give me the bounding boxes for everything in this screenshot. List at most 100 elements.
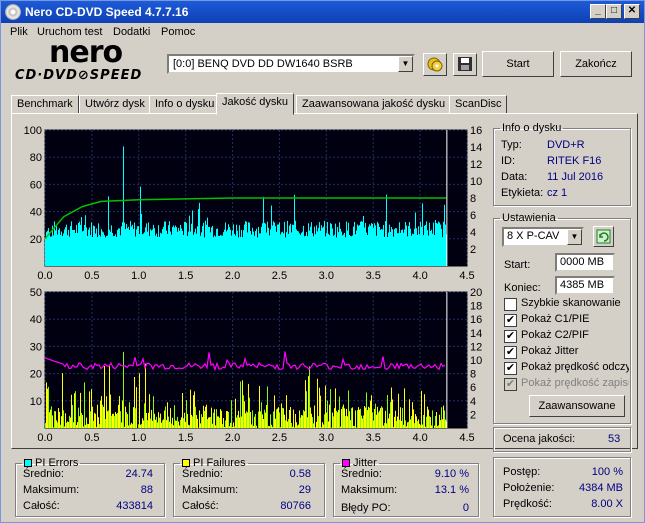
x-tick-label: 1.0 [131, 270, 146, 282]
x-tick-label: 2.5 [272, 432, 287, 444]
checkbox-4[interactable]: ✔ [504, 362, 517, 375]
pi-failures-max-label: Maksimum: [182, 484, 239, 496]
y-tick-label-right: 16 [470, 125, 482, 137]
pi-failures-avg-value: 0.58 [289, 468, 311, 480]
y-tick-label-right: 12 [470, 159, 482, 171]
x-tick-label: 0.0 [37, 270, 52, 282]
checkbox-label-2: Pokaż C2/PIF [521, 329, 589, 341]
x-tick-label: 3.0 [319, 432, 334, 444]
x-tick-label: 2.0 [225, 432, 240, 444]
disc-label-label: Etykieta: [501, 187, 544, 199]
checkbox-label-4: Pokaż prędkość odczytu [521, 361, 629, 373]
disc-id-value: RITEK F16 [547, 155, 602, 167]
checkbox-1[interactable]: ✔ [504, 314, 517, 327]
speed-select-value: 8 X P-CAV [507, 230, 560, 242]
x-tick-label: 3.0 [319, 270, 334, 282]
checkbox-2[interactable]: ✔ [504, 330, 517, 343]
maximize-button[interactable]: □ [606, 4, 622, 19]
jitter-swatch [342, 459, 350, 468]
jitter-max-label: Maksimum: [341, 484, 398, 496]
x-tick-label: 4.0 [412, 432, 427, 444]
checkbox-label-3: Pokaż Jitter [521, 345, 579, 357]
quality-score-label: Ocena jakości: [503, 433, 576, 445]
checkbox-0[interactable] [504, 298, 517, 311]
start-field[interactable]: 0000 MB [555, 253, 615, 272]
start-label: Start: [504, 259, 531, 271]
disc-info-title: Info o dysku [502, 122, 562, 134]
checkbox-3[interactable]: ✔ [504, 346, 517, 359]
y-tick-label-right: 20 [470, 287, 482, 299]
y-tick-label-left: 40 [30, 207, 42, 219]
position-value: 4384 MB [578, 482, 623, 494]
app-window: Nero CD-DVD Speed 4.7.7.16 _ □ ✕ Plik Ur… [0, 0, 645, 523]
quality-score-value: 53 [608, 433, 621, 445]
checkbox-5: ✔ [504, 378, 517, 391]
pi-failures-chart: 0.0 0.5 1.0 1.5 2.0 2.5 3.0 3.5 4.0 4.5 50 40 30 20 10… [30, 287, 483, 444]
x-tick-label: 4.0 [412, 270, 427, 282]
y-tick-label-left: 40 [30, 314, 42, 326]
x-tick-label: 1.5 [178, 432, 193, 444]
minimize-button[interactable]: _ [590, 4, 606, 19]
y-tick-label-right: 4 [470, 227, 476, 239]
tab-disc-quality[interactable]: Jakość dysku [216, 93, 295, 115]
pi-failures-avg-label: Średnio: [182, 468, 223, 480]
y-tick-label-right: 8 [470, 193, 476, 205]
disc-date-label: Data: [501, 171, 528, 183]
x-tick-label: 4.5 [459, 270, 474, 282]
refresh-icon [596, 229, 611, 244]
y-tick-label-right: 2 [470, 409, 476, 421]
position-label: Położenie: [503, 482, 555, 494]
x-tick-label: 0.5 [84, 432, 99, 444]
advanced-button[interactable]: Zaawansowane [529, 395, 625, 417]
refresh-speed-button[interactable] [593, 226, 614, 247]
checkbox-label-1: Pokaż C1/PIE [521, 313, 590, 325]
po-errors-value: 0 [462, 502, 469, 514]
close-button[interactable]: ✕ [624, 4, 640, 19]
y-tick-label-right: 10 [470, 176, 482, 188]
exit-button[interactable]: Zakończ [560, 51, 632, 77]
y-tick-label-left: 20 [30, 369, 42, 381]
disc-type-value: DVD+R [547, 139, 585, 151]
jitter-avg-label: Średnio: [341, 468, 382, 480]
checkbox-label-5: Pokaż prędkość zapisu [521, 377, 629, 389]
y-tick-label-left: 50 [30, 287, 42, 299]
end-label: Koniec: [504, 282, 541, 294]
pi-errors-avg-label: Średnio: [23, 468, 64, 480]
speed-select[interactable]: 8 X P-CAV ▼ [502, 227, 584, 247]
disc-label-value: cz 1 [547, 187, 568, 199]
y-tick-label-right: 18 [470, 301, 482, 313]
pi-failures-swatch [182, 459, 190, 468]
pi-failures-total-value: 80766 [280, 500, 311, 512]
y-tick-label-left: 20 [30, 234, 42, 246]
progress-value: 100 % [591, 466, 623, 478]
chevron-down-icon[interactable]: ▼ [567, 229, 582, 245]
x-tick-label: 0.0 [37, 432, 52, 444]
y-tick-label-right: 12 [470, 341, 482, 353]
checkbox-label-0: Szybkie skanowanie [521, 297, 621, 309]
disc-type-label: Typ: [501, 139, 522, 151]
y-tick-label-left: 60 [30, 179, 42, 191]
jitter-max-value: 13.1 % [434, 484, 469, 496]
y-tick-label-left: 10 [30, 396, 42, 408]
jitter-avg-value: 9.10 % [434, 468, 469, 480]
y-tick-label-right: 14 [470, 142, 482, 154]
pi-errors-total-value: 433814 [116, 500, 153, 512]
charts-canvas: 0.0 0.5 1.0 1.5 2.0 2.5 3.0 3.5 4.0 4.5 100 80 60 40 2… [24, 125, 483, 444]
y-tick-label-right: 2 [470, 244, 476, 256]
y-tick-label-right: 10 [470, 355, 482, 367]
x-tick-label: 3.5 [366, 270, 381, 282]
pi-errors-swatch [24, 459, 32, 468]
y-tick-label-right: 14 [470, 328, 482, 340]
pi-errors-max-value: 88 [140, 484, 153, 496]
x-tick-label: 0.5 [84, 270, 99, 282]
pi-failures-max-value: 29 [298, 484, 311, 496]
y-tick-label-right: 6 [470, 210, 476, 222]
pi-errors-chart: 0.0 0.5 1.0 1.5 2.0 2.5 3.0 3.5 4.0 4.5 100 80 60 40 2… [24, 125, 483, 282]
disc-date-value: 11 Jul 2016 [547, 171, 604, 183]
y-tick-label-right: 6 [470, 382, 476, 394]
x-tick-label: 4.5 [459, 432, 474, 444]
x-tick-label: 1.5 [178, 270, 193, 282]
disc-id-label: ID: [501, 155, 516, 167]
plot-area [44, 291, 468, 429]
end-field[interactable]: 4385 MB [555, 276, 615, 295]
